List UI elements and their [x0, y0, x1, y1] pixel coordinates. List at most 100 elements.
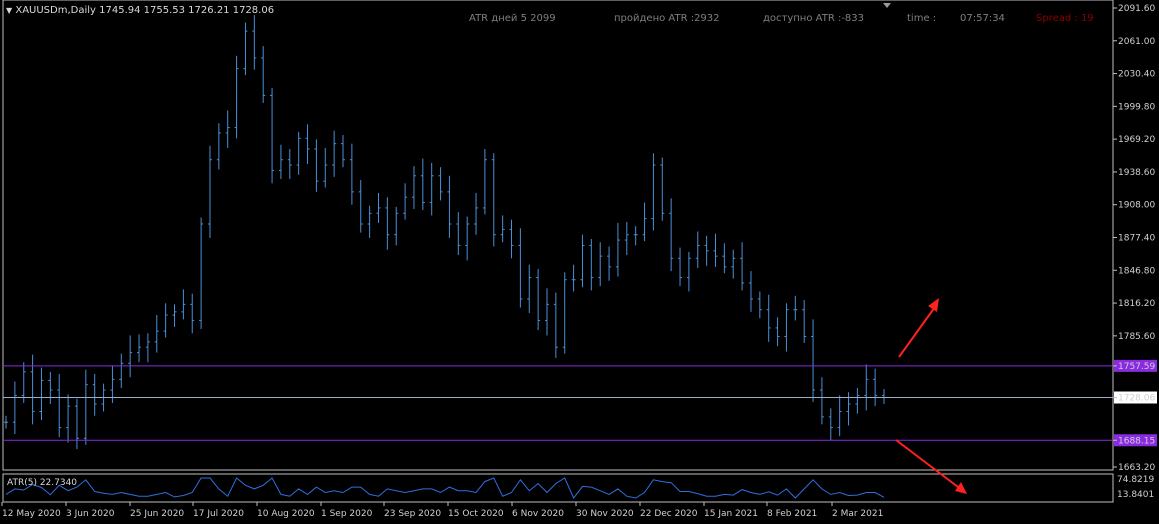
price-bar — [642, 202, 647, 242]
price-bar — [793, 295, 798, 321]
price-bar — [607, 246, 612, 281]
price-label: 1757.59 — [1118, 362, 1155, 372]
shift-marker-icon[interactable] — [883, 3, 891, 8]
price-bar — [571, 264, 576, 292]
date-label: 6 Nov 2020 — [512, 509, 564, 519]
price-bar — [199, 217, 204, 329]
main-pane-border — [2, 0, 1114, 471]
atr-axis-label: 13.8401 — [1117, 490, 1154, 500]
date-label: 15 Jan 2021 — [704, 509, 758, 519]
price-bar — [172, 304, 177, 327]
price-bar — [855, 387, 860, 414]
price-bar — [349, 143, 354, 205]
price-label: 2030.40 — [1118, 70, 1155, 80]
date-label: 30 Nov 2020 — [576, 509, 634, 519]
price-bar — [562, 272, 567, 354]
price-bar — [465, 216, 470, 261]
price-bar — [864, 364, 869, 411]
price-bar — [57, 374, 62, 438]
date-label: 17 Jul 2020 — [193, 509, 244, 519]
price-bar — [403, 183, 408, 220]
price-bar — [252, 15, 257, 70]
price-bar — [873, 368, 878, 407]
price-bar — [615, 222, 620, 277]
price-bar — [358, 180, 363, 233]
price-bar — [296, 131, 301, 175]
price-bar — [119, 353, 124, 388]
price-label: 2061.00 — [1118, 37, 1155, 47]
price-bar — [633, 226, 638, 246]
price-bar — [216, 123, 221, 170]
date-label: 8 Feb 2021 — [767, 509, 817, 519]
price-bar — [341, 135, 346, 168]
price-bar — [234, 55, 239, 139]
price-label: 1999.80 — [1118, 102, 1155, 112]
price-bar — [323, 147, 328, 188]
dropdown-icon[interactable]: ▼ — [6, 6, 12, 15]
price-bar — [740, 242, 745, 291]
price-bar — [660, 157, 665, 221]
price-bar — [447, 175, 452, 238]
atr-label: ATR(5) 22.7340 — [7, 478, 78, 488]
price-bar — [278, 144, 283, 179]
price-bar — [651, 153, 656, 231]
price-bar — [270, 87, 275, 184]
price-axis: 2091.60 2061.00 2030.40 1999.80 1969.20 1938.… — [1113, 4, 1157, 500]
symbol-header: ▼ XAUUSDm,Daily 1745.94 1755.53 1726.21 … — [6, 5, 274, 16]
price-bar — [332, 130, 337, 177]
price-label: 1688.15 — [1118, 436, 1155, 446]
price-bar — [420, 158, 425, 211]
price-bar — [678, 247, 683, 287]
price-bar — [722, 243, 727, 274]
price-bar — [580, 234, 585, 288]
price-bar — [500, 215, 505, 243]
price-label: 1969.20 — [1118, 135, 1155, 145]
price-bar — [518, 228, 523, 308]
price-chart[interactable]: 2091.60 2061.00 2030.40 1999.80 1969.20 1938.… — [0, 0, 1159, 524]
price-bar — [12, 381, 17, 434]
price-bar — [775, 317, 780, 347]
price-bar — [837, 395, 842, 437]
price-label: 1846.80 — [1118, 266, 1155, 276]
price-label: 1938.60 — [1118, 168, 1155, 178]
price-bar — [21, 362, 26, 403]
price-bar — [376, 192, 381, 223]
price-bar — [731, 249, 736, 279]
price-bar — [438, 167, 443, 201]
date-axis: 12 May 2020 3 Jun 2020 25 Jun 2020 17 Jul 2… — [1, 502, 883, 519]
price-bar — [207, 145, 212, 238]
price-bar — [456, 212, 461, 256]
price-bar — [287, 149, 292, 179]
price-bar — [713, 233, 718, 267]
up-arrow-icon — [898, 298, 939, 358]
price-bar — [83, 369, 88, 445]
price-bar — [4, 415, 8, 429]
date-label: 1 Sep 2020 — [321, 509, 373, 519]
time-value: 07:57:34 — [960, 13, 1005, 24]
price-bar — [314, 139, 319, 192]
price-bar — [154, 315, 159, 353]
price-bar — [128, 335, 133, 378]
price-bar — [367, 205, 372, 238]
price-bar — [145, 333, 150, 363]
date-label: 3 Jun 2020 — [66, 509, 115, 519]
price-bar — [553, 292, 558, 358]
price-label: 1785.60 — [1118, 332, 1155, 342]
price-label: 2091.60 — [1118, 4, 1155, 14]
price-bar — [766, 294, 771, 342]
date-label: 22 Dec 2020 — [640, 509, 698, 519]
price-bar — [695, 231, 700, 268]
down-arrow-icon — [895, 439, 967, 494]
date-label: 25 Jun 2020 — [130, 509, 184, 519]
price-bar — [536, 269, 541, 331]
price-bar — [748, 271, 753, 312]
date-label: 10 Aug 2020 — [257, 509, 315, 519]
price-bar — [882, 389, 886, 404]
spread: Spread : 19 — [1036, 13, 1094, 24]
price-bar — [163, 303, 168, 338]
atr-axis-label: 74.8219 — [1117, 475, 1154, 485]
price-bar — [527, 264, 532, 313]
price-bar — [137, 334, 142, 363]
price-label: 1908.00 — [1118, 201, 1155, 211]
price-label: 1816.20 — [1118, 299, 1155, 309]
